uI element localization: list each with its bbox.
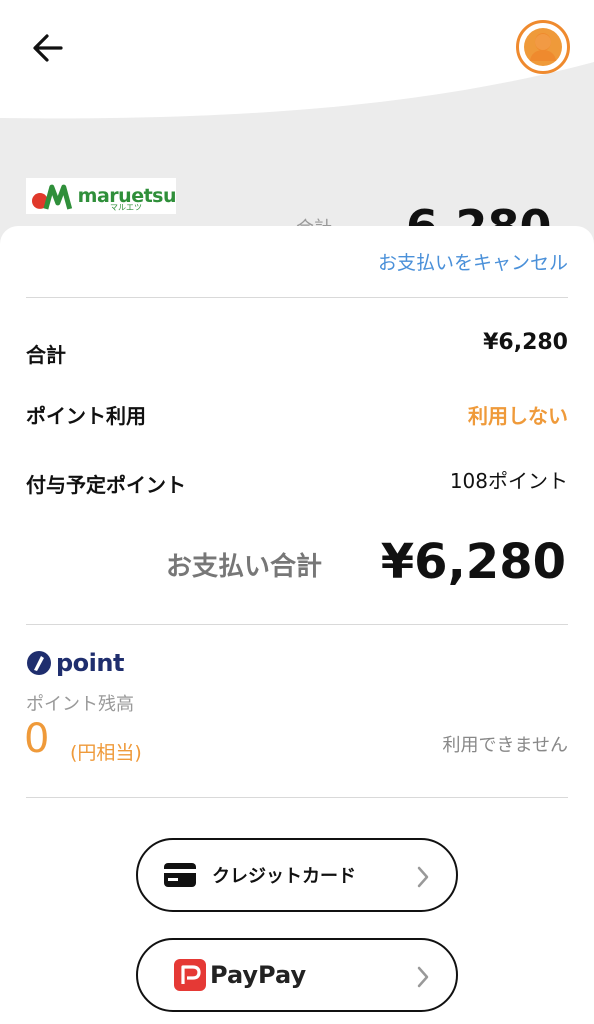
point-balance-label: ポイント残高 xyxy=(26,694,134,715)
user-icon xyxy=(524,28,562,66)
chevron-right-icon xyxy=(417,966,429,988)
total-label: 合計 xyxy=(26,343,66,367)
credit-card-label: クレジットカード xyxy=(212,866,356,887)
point-use-toggle[interactable]: 利用しない xyxy=(468,400,568,429)
credit-card-button[interactable]: クレジットカード xyxy=(136,838,458,912)
credit-card-icon xyxy=(164,863,196,887)
pay-total-amount: ¥6,280 xyxy=(380,534,566,590)
earn-points-value: 108ポイント xyxy=(449,469,568,493)
pay-total-label: お支払い合計 xyxy=(166,552,323,582)
paypay-logo-icon xyxy=(174,959,206,991)
back-button[interactable] xyxy=(26,26,70,70)
avatar[interactable] xyxy=(516,20,570,74)
point-use-label: ポイント利用 xyxy=(26,404,146,428)
point-balance-unit: (円相当) xyxy=(70,742,142,764)
point-logo-icon xyxy=(27,651,51,675)
point-logo: point xyxy=(26,648,124,678)
divider xyxy=(26,624,568,625)
point-balance-value: 0 xyxy=(24,716,50,762)
point-status-text: 利用できません xyxy=(442,735,568,756)
payment-sheet: お支払いをキャンセル 合計 ¥6,280 ポイント利用 利用しない 付与予定ポイ… xyxy=(0,226,594,1024)
paypay-button[interactable]: PayPay xyxy=(136,938,458,1012)
point-logo-text: point xyxy=(56,649,124,677)
cancel-payment-link[interactable]: お支払いをキャンセル xyxy=(378,248,568,275)
chevron-right-icon xyxy=(417,866,429,888)
store-brand-subtext: マルエツ xyxy=(110,203,142,212)
arrow-left-icon xyxy=(33,34,63,62)
maruetsu-logo-icon xyxy=(31,184,73,210)
paypay-label: PayPay xyxy=(210,961,307,989)
divider xyxy=(26,297,568,298)
store-logo: maruetsu マルエツ xyxy=(26,178,177,214)
earn-points-label: 付与予定ポイント xyxy=(26,473,186,497)
divider xyxy=(26,797,568,798)
header-background: maruetsu マルエツ 合計 6,280 xyxy=(0,0,594,240)
total-value: ¥6,280 xyxy=(483,330,568,355)
